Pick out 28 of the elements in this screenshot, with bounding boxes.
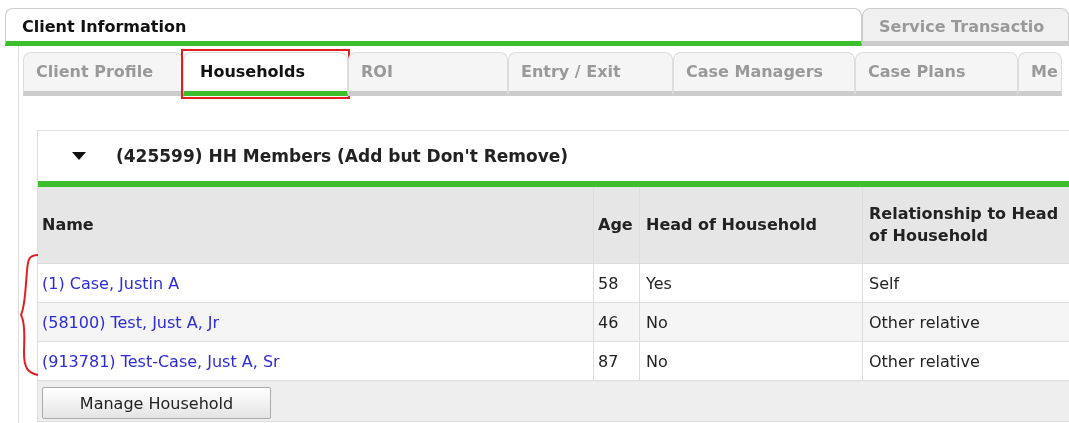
table-cell: No [640, 342, 863, 380]
tab[interactable]: Client Profile [23, 52, 183, 96]
collapse-icon[interactable] [72, 152, 86, 160]
table-cell-text: Other relative [868, 311, 981, 334]
table-cell: No [640, 303, 863, 341]
tab[interactable]: Service Transactio [862, 8, 1069, 46]
column-header: Name [38, 187, 594, 263]
table-cell-text: Self [868, 272, 901, 295]
client-link[interactable]: (58100) Test, Just A, Jr [42, 312, 220, 332]
tab[interactable]: Case Managers [673, 52, 855, 96]
tab[interactable]: ROI [348, 52, 508, 96]
manage-household-button[interactable]: Manage Household [42, 387, 271, 419]
tab[interactable]: Entry / Exit [508, 52, 673, 96]
table-cell: Yes [640, 264, 863, 302]
tab[interactable]: Client Information [5, 8, 862, 46]
tab[interactable]: Households [183, 52, 348, 96]
tab[interactable]: Me [1018, 52, 1062, 96]
table-cell: 87 [594, 342, 640, 380]
client-link[interactable]: (913781) Test-Case, Just A, Sr [42, 351, 280, 371]
client-link[interactable]: (1) Case, Justin A [42, 273, 180, 293]
table-cell: 46 [594, 303, 640, 341]
section-title: (425599) HH Members (Add but Don't Remove) [116, 146, 569, 166]
table-cell: 58 [594, 264, 640, 302]
column-header: Head of Household [640, 187, 863, 263]
column-header: Age [594, 187, 640, 263]
column-header: Relationship to Head of Household [868, 203, 1060, 247]
table-cell-text: Other relative [868, 350, 981, 373]
tab[interactable]: Case Plans [855, 52, 1018, 96]
